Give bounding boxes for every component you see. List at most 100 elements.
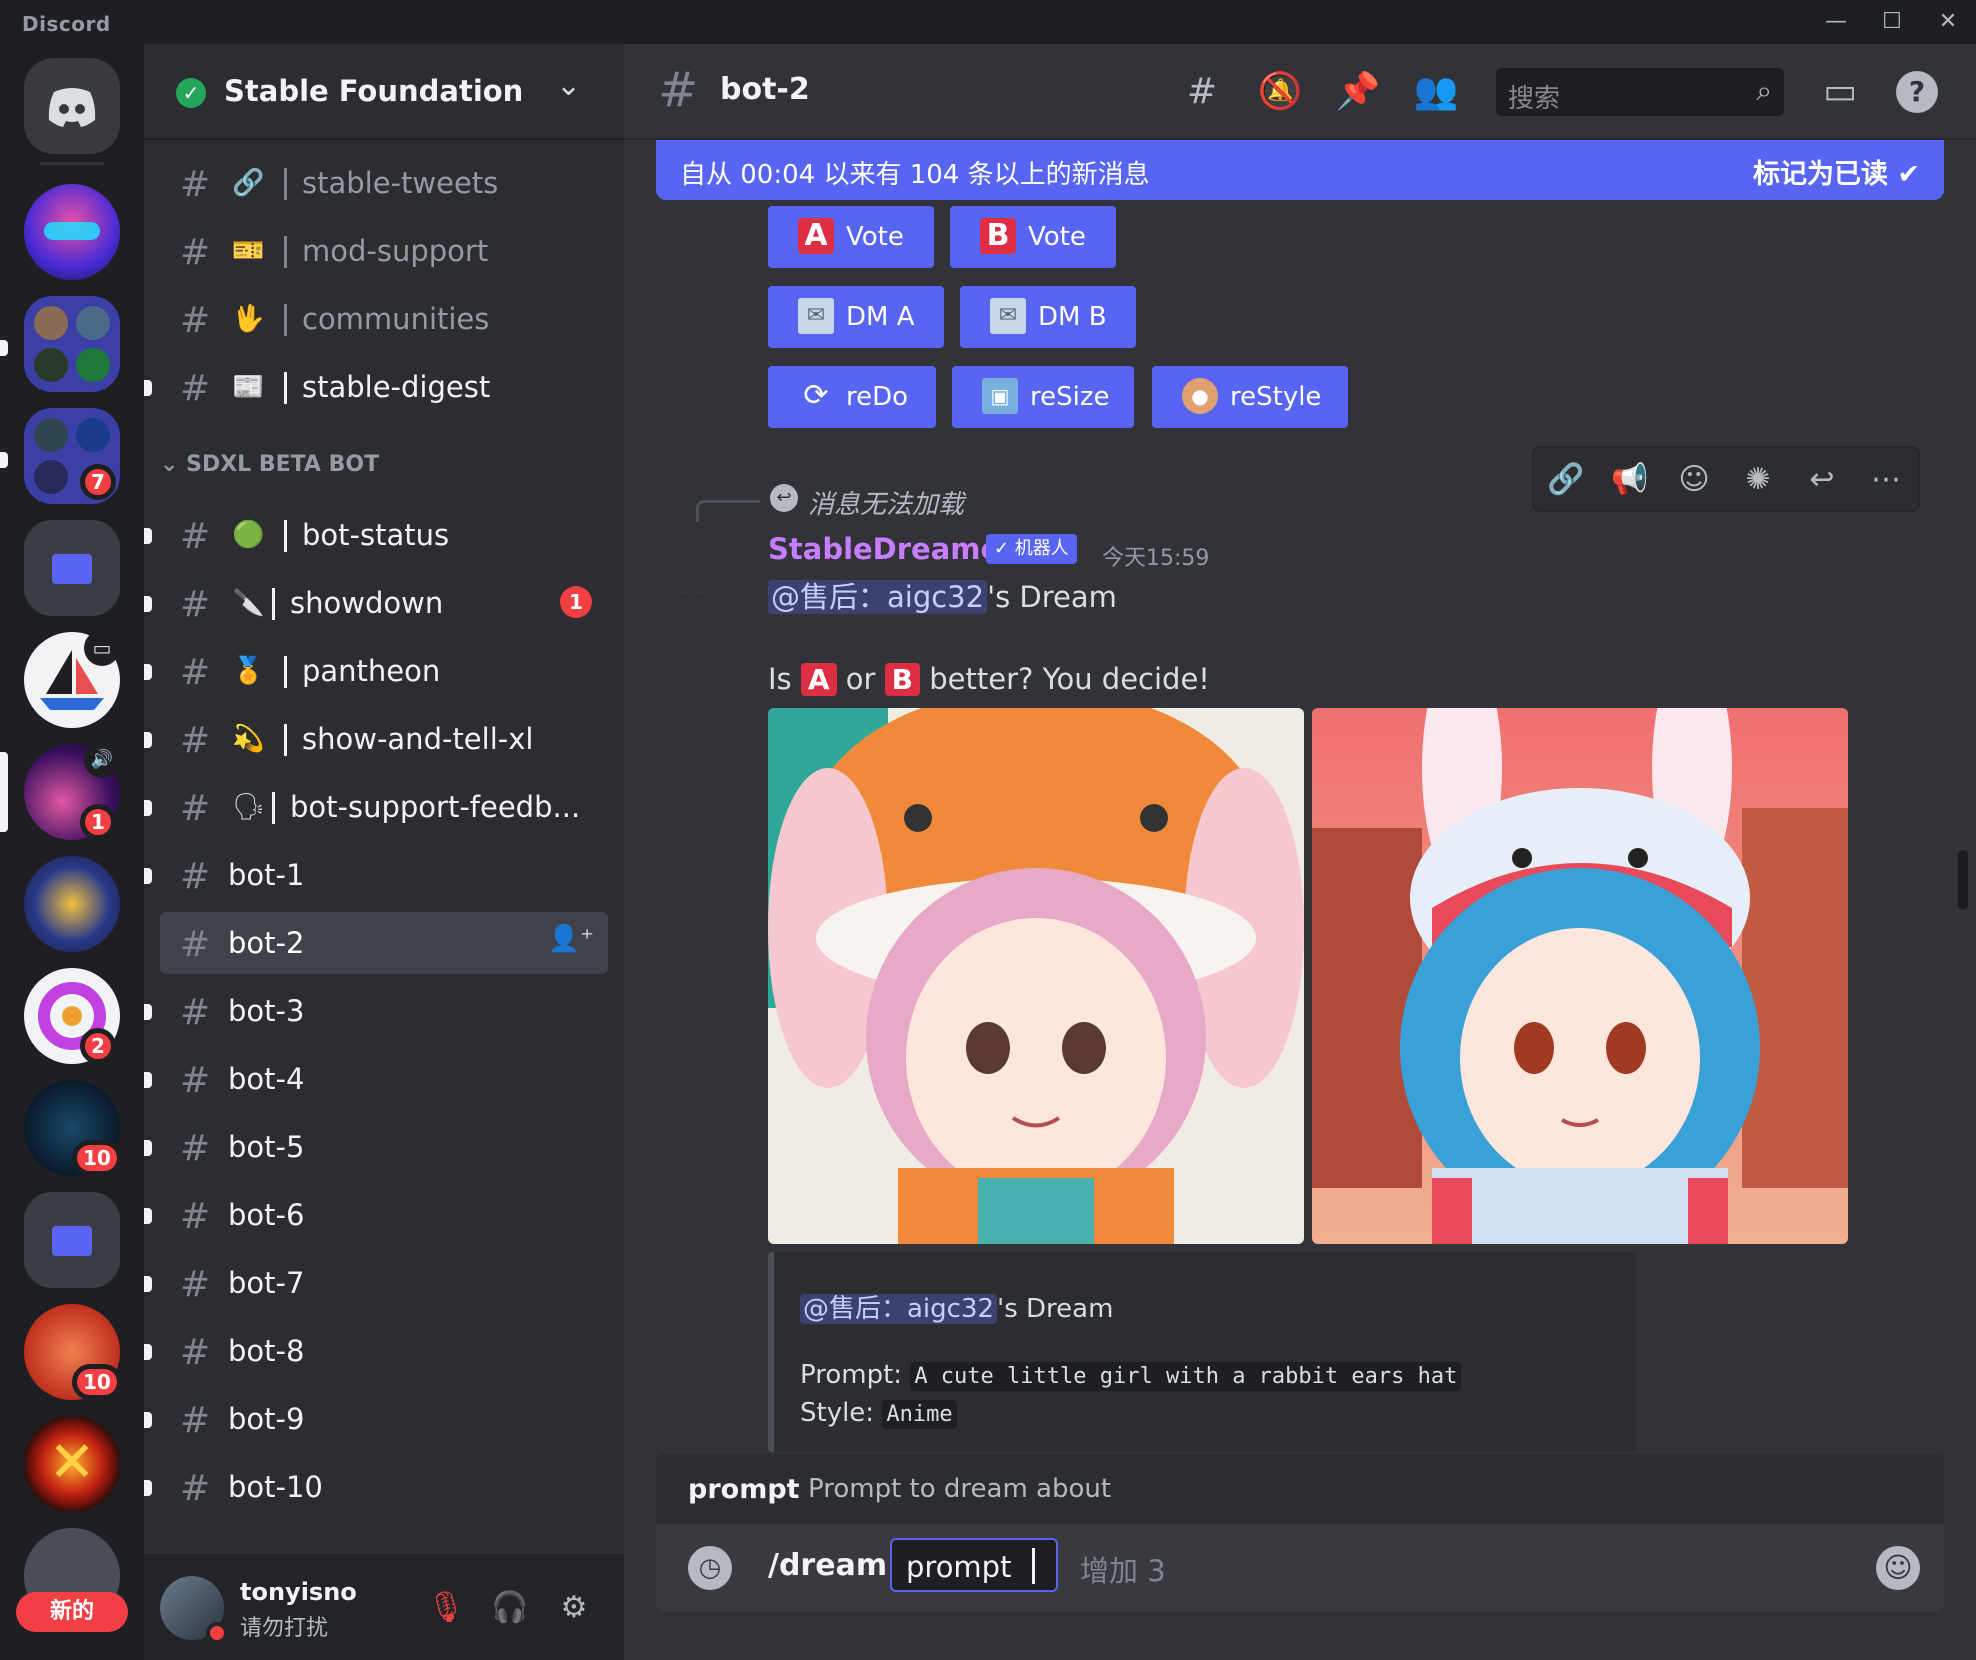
- dream-embed: @售后：aigc32's Dream Prompt: A cute little…: [768, 1252, 1636, 1452]
- maximize-icon[interactable]: ☐: [1870, 6, 1914, 38]
- prompt-option-input[interactable]: prompt: [890, 1538, 1058, 1592]
- server-folder-2[interactable]: 7: [24, 408, 120, 504]
- new-servers-pill[interactable]: 新的: [16, 1592, 128, 1632]
- chevron-down-icon: ⌄: [556, 68, 582, 103]
- message-composer[interactable]: ◷ /dream prompt 增加 3 ☺: [656, 1524, 1944, 1612]
- super-reaction-icon[interactable]: ✺: [1738, 460, 1778, 500]
- add-reaction-icon[interactable]: ☺: [1674, 460, 1714, 500]
- server-icon-sailboat[interactable]: ▭: [24, 630, 120, 728]
- folder-icon[interactable]: [24, 520, 120, 616]
- members-icon[interactable]: 👥: [1412, 68, 1460, 116]
- reply-unavailable[interactable]: 消息无法加载: [808, 484, 964, 521]
- server-badge: 10: [72, 1364, 122, 1400]
- hash-icon: #: [180, 1400, 211, 1441]
- link-icon[interactable]: 🔗: [1546, 460, 1586, 500]
- vote-b-button[interactable]: B Vote: [950, 206, 1116, 268]
- search-placeholder: 搜索: [1508, 84, 1561, 114]
- channel-bot-2[interactable]: # bot-2 👤⁺: [160, 912, 608, 974]
- server-icon-insight[interactable]: 10: [24, 1080, 122, 1176]
- emoji-icon[interactable]: ☺: [1876, 1546, 1920, 1590]
- channel-bot-4[interactable]: # bot-4: [144, 1048, 608, 1110]
- scrollbar-thumb[interactable]: [1958, 850, 1968, 910]
- minimize-icon[interactable]: —: [1814, 6, 1858, 38]
- channel-showdown[interactable]: # 🔪 showdown 1: [144, 572, 608, 634]
- channel-bot-1[interactable]: # bot-1: [144, 844, 608, 906]
- channel-name: bot-9: [228, 1402, 305, 1436]
- channel-show-and-tell-xl[interactable]: # 💫 show-and-tell-xl: [144, 708, 608, 770]
- gear-icon[interactable]: ⚙: [554, 1588, 594, 1628]
- vote-a-button[interactable]: A Vote: [768, 206, 934, 268]
- category-header[interactable]: ⌄ SDXL BETA BOT: [160, 452, 379, 477]
- channel-name: bot-2: [228, 926, 305, 960]
- channel-bot-7[interactable]: # bot-7: [144, 1252, 608, 1314]
- folder-icon-2[interactable]: [24, 1192, 120, 1288]
- avatar[interactable]: [656, 530, 736, 610]
- channel-bot-9[interactable]: # bot-9: [144, 1388, 608, 1450]
- channel-bot-status[interactable]: # 🟢 bot-status: [144, 504, 608, 566]
- user-mention[interactable]: @售后：aigc32: [768, 580, 988, 614]
- server-icon-x[interactable]: ✕: [24, 1416, 120, 1512]
- mic-muted-icon[interactable]: 🎙: [426, 1588, 466, 1628]
- server-icon-ring[interactable]: 2: [24, 968, 120, 1064]
- channel-bot-6[interactable]: # bot-6: [144, 1184, 608, 1246]
- more-icon[interactable]: ⋯: [1866, 460, 1906, 500]
- home-button[interactable]: [24, 58, 120, 154]
- chevron-down-icon: ⌄: [160, 452, 187, 477]
- hash-icon: #: [658, 62, 699, 118]
- dm-b-button[interactable]: ✉ DM B: [960, 286, 1136, 348]
- screen-share-icon: ▭: [84, 630, 120, 666]
- channel-name: bot-8: [228, 1334, 305, 1368]
- channel-bot-10[interactable]: # bot-10: [144, 1456, 608, 1518]
- search-input[interactable]: 搜索 ⌕: [1496, 68, 1784, 116]
- add-member-icon[interactable]: 👤⁺: [548, 924, 594, 954]
- reply-arrow-icon: ↩: [770, 484, 798, 512]
- hash-icon: #: [180, 1264, 211, 1305]
- reply-icon[interactable]: ↩: [1802, 460, 1842, 500]
- channel-bot-3[interactable]: # bot-3: [144, 980, 608, 1042]
- channel-stable-digest[interactable]: # 📰 stable-digest: [144, 356, 608, 418]
- channel-communities[interactable]: # 🖖 communities: [160, 288, 608, 350]
- megaphone-icon[interactable]: 📢: [1610, 460, 1650, 500]
- mute-bell-icon[interactable]: 🔕: [1256, 68, 1304, 116]
- channel-bot-5[interactable]: # bot-5: [144, 1116, 608, 1178]
- headphones-icon[interactable]: 🎧: [490, 1588, 530, 1628]
- hash-icon: #: [180, 992, 211, 1033]
- channel-title: bot-2: [720, 72, 810, 107]
- envelope-icon: ✉: [990, 298, 1026, 334]
- threads-icon[interactable]: #: [1178, 68, 1226, 116]
- new-messages-bar[interactable]: 自从 00:04 以来有 104 条以上的新消息 标记为已读 ✔: [656, 140, 1944, 200]
- image-option-b[interactable]: [1312, 708, 1848, 1244]
- image-option-a[interactable]: [768, 708, 1304, 1244]
- channel-bot-support-feedback[interactable]: # 🗣 bot-support-feedb...: [144, 776, 608, 838]
- channel-stable-tweets[interactable]: # 🔗 stable-tweets: [160, 152, 608, 214]
- more-options[interactable]: 增加 3: [1080, 1548, 1166, 1590]
- username: tonyisno: [240, 1578, 357, 1606]
- restyle-button[interactable]: ● reStyle: [1152, 366, 1348, 428]
- inbox-icon[interactable]: ▭: [1816, 68, 1864, 116]
- rail-divider: [40, 162, 104, 165]
- close-icon[interactable]: ✕: [1926, 6, 1970, 38]
- redo-button[interactable]: ⟳ reDo: [768, 366, 936, 428]
- pin-icon[interactable]: 📌: [1334, 68, 1382, 116]
- server-icon-1[interactable]: [24, 184, 120, 280]
- message-author[interactable]: StableDreamer: [768, 532, 1015, 566]
- channel-name: bot-3: [228, 994, 305, 1028]
- dm-a-button[interactable]: ✉ DM A: [768, 286, 944, 348]
- guild-header[interactable]: ✓ Stable Foundation ⌄: [144, 44, 624, 140]
- mark-as-read-button[interactable]: 标记为已读 ✔: [1753, 152, 1920, 191]
- server-icon-red[interactable]: 10: [24, 1304, 122, 1400]
- channel-bot-8[interactable]: # bot-8: [144, 1320, 608, 1382]
- channel-name: bot-5: [228, 1130, 305, 1164]
- slash-command: /dream: [768, 1548, 888, 1583]
- resize-button[interactable]: ▣ reSize: [952, 366, 1134, 428]
- clock-icon[interactable]: ◷: [688, 1546, 732, 1590]
- server-icon-moon[interactable]: 🔊 1: [24, 742, 120, 840]
- ticket-icon: 🎫: [232, 236, 265, 266]
- server-icon-wizard[interactable]: [24, 856, 120, 952]
- hash-icon: #: [180, 1128, 211, 1169]
- server-folder-1[interactable]: [24, 296, 120, 392]
- channel-mod-support[interactable]: # 🎫 mod-support: [160, 220, 608, 282]
- user-mention[interactable]: @售后：aigc32: [800, 1294, 998, 1324]
- channel-pantheon[interactable]: # 🏅 pantheon: [144, 640, 608, 702]
- help-icon[interactable]: ?: [1896, 71, 1938, 113]
